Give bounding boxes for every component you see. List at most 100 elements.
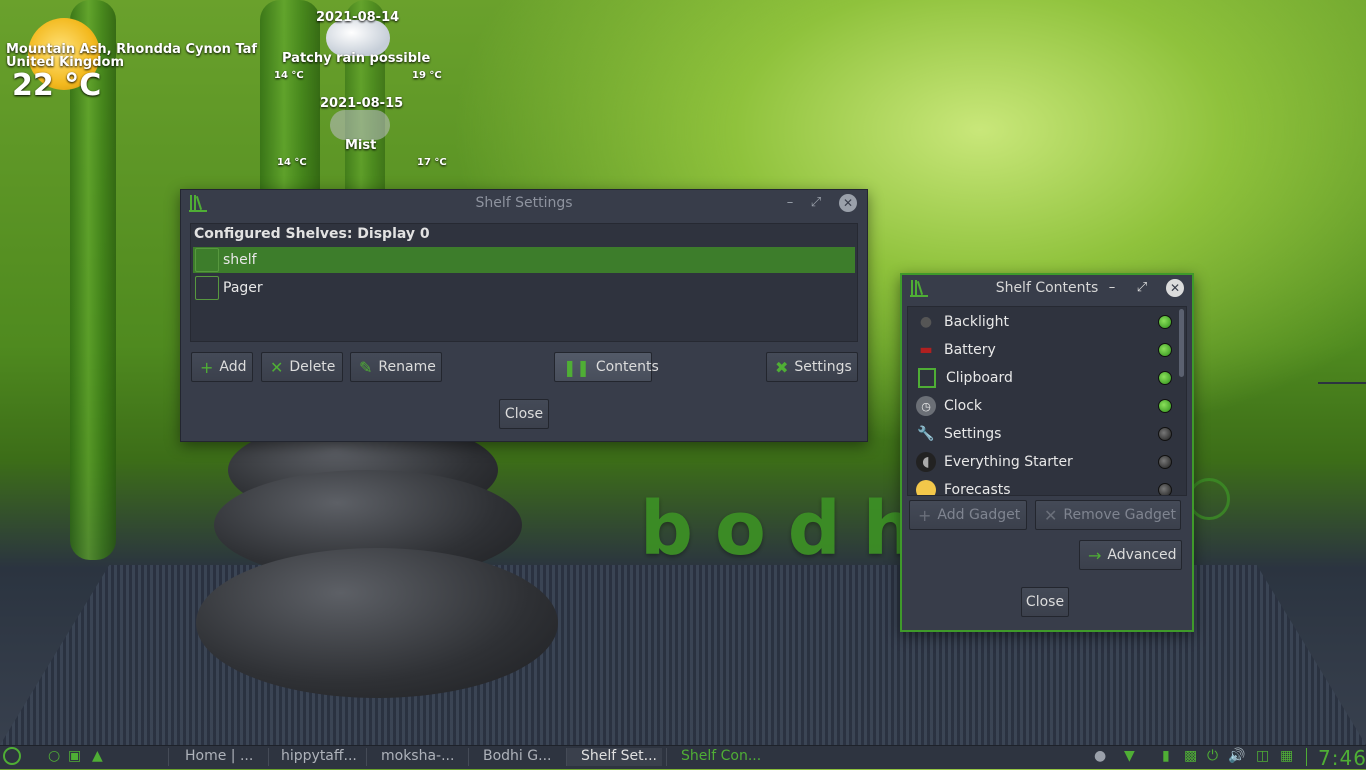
wifi-icon[interactable]: ▼ <box>1124 748 1135 764</box>
gadget-enabled-indicator[interactable] <box>1158 371 1172 385</box>
shelf-icon <box>195 248 219 272</box>
gadget-enabled-indicator[interactable] <box>1158 399 1172 413</box>
tools-icon: ✖ <box>775 357 789 377</box>
add-button[interactable]: + Add <box>191 352 253 382</box>
task-item-shelf-settings[interactable]: Shelf Set... <box>566 748 662 766</box>
gadgets-list[interactable]: ● Backlight ▬ Battery Clipboard ◷ Clock … <box>907 306 1187 496</box>
shelf-row-label: shelf <box>223 252 257 268</box>
delete-button[interactable]: ✕ Delete <box>261 352 343 382</box>
gadget-label: Forecasts <box>944 482 1011 496</box>
stone <box>196 548 558 698</box>
bodhi-leaf-icon <box>1188 478 1230 520</box>
shelf-row-shelf[interactable]: shelf <box>193 247 855 273</box>
task-item-home[interactable]: Home | ... <box>168 748 264 766</box>
power-icon[interactable]: ⏻ <box>1207 748 1218 764</box>
clipboard-icon <box>918 368 936 388</box>
shelf-settings-window[interactable]: Shelf Settings – ⤢ ✕ Configured Shelves:… <box>180 189 868 442</box>
taskbar-clock[interactable]: 7:46 <box>1318 746 1366 770</box>
gadget-enabled-indicator[interactable] <box>1158 427 1172 441</box>
task-item-hippytaff[interactable]: hippytaff... <box>268 748 362 766</box>
delete-label: Delete <box>289 359 336 375</box>
gadget-item-clock[interactable]: ◷ Clock <box>916 392 1178 420</box>
brush-icon[interactable]: ▲ <box>92 748 103 764</box>
weather-current-temp: 22 °C <box>12 68 102 103</box>
gadget-item-forecasts[interactable]: Forecasts <box>916 476 1178 496</box>
gadget-label: Backlight <box>944 314 1010 330</box>
calendar-icon[interactable]: ▦ <box>1280 748 1293 764</box>
rename-button[interactable]: ✎ Rename <box>350 352 442 382</box>
battery-icon[interactable]: ▮ <box>1162 748 1170 764</box>
gadget-item-backlight[interactable]: ● Backlight <box>916 308 1178 336</box>
task-label: hippytaff... <box>281 748 357 764</box>
gadget-enabled-indicator[interactable] <box>1158 483 1172 495</box>
advanced-button[interactable]: → Advanced <box>1079 540 1182 570</box>
forecast-day1-high: 19 °C <box>412 70 442 81</box>
advanced-label: Advanced <box>1107 547 1177 563</box>
mist-icon <box>330 110 390 140</box>
gadget-item-clipboard[interactable]: Clipboard <box>916 364 1178 392</box>
shelf-row-pager[interactable]: Pager <box>193 275 855 301</box>
contents-button[interactable]: ❚❚ Contents <box>554 352 659 382</box>
settings-button[interactable]: ✖ Settings <box>766 352 858 382</box>
add-gadget-label: Add Gadget <box>937 507 1021 523</box>
gadget-enabled-indicator[interactable] <box>1158 315 1172 329</box>
clock-icon: ◷ <box>916 396 936 416</box>
window-icon[interactable]: ▣ <box>68 748 81 764</box>
rename-label: Rename <box>378 359 436 375</box>
plus-icon: + <box>200 357 214 377</box>
shelf-contents-window[interactable]: Shelf Contents – ⤢ ✕ ● Backlight ▬ Batte… <box>900 273 1194 632</box>
gadgets-scrollbar[interactable] <box>1179 309 1184 377</box>
gadget-enabled-indicator[interactable] <box>1158 343 1172 357</box>
minimize-button[interactable]: – <box>1103 279 1121 297</box>
title-bar[interactable]: Shelf Settings – ⤢ ✕ <box>181 190 867 216</box>
forecast-day1-condition: Patchy rain possible <box>282 51 431 66</box>
close-window-button[interactable]: ✕ <box>1166 279 1184 297</box>
title-bar[interactable]: Shelf Contents – ⤢ ✕ <box>902 275 1192 301</box>
battery-icon: ▬ <box>919 342 933 358</box>
maximize-button[interactable]: ⤢ <box>1133 279 1151 297</box>
task-label: Shelf Con... <box>681 748 762 764</box>
minimize-button[interactable]: – <box>781 194 799 212</box>
desktop-line <box>1318 382 1366 384</box>
task-label: Home | ... <box>185 748 254 764</box>
tray-divider <box>1306 748 1307 766</box>
forecast-day2-low: 14 °C <box>277 157 307 168</box>
maximize-button[interactable]: ⤢ <box>807 194 825 212</box>
close-button[interactable]: Close <box>1021 587 1069 617</box>
gadget-label: Clipboard <box>946 370 1013 386</box>
task-item-shelf-contents[interactable]: Shelf Con... <box>666 748 766 766</box>
gadget-label: Clock <box>944 398 983 414</box>
plus-icon: + <box>918 505 932 525</box>
backlight-icon[interactable]: ● <box>1094 748 1106 764</box>
add-label: Add <box>219 359 247 375</box>
forecast-day2-high: 17 °C <box>417 157 447 168</box>
bulb-icon: ● <box>919 314 933 330</box>
shelves-list[interactable]: Configured Shelves: Display 0 shelf Page… <box>190 223 858 342</box>
shelves-list-heading: Configured Shelves: Display 0 <box>194 226 430 242</box>
add-gadget-button[interactable]: + Add Gadget <box>909 500 1027 530</box>
sun-icon <box>916 480 936 495</box>
forecast-day1-date: 2021-08-14 <box>316 10 400 25</box>
gadget-label: Everything Starter <box>944 454 1073 470</box>
remove-gadget-button[interactable]: ✕ Remove Gadget <box>1035 500 1181 530</box>
task-label: moksha-... <box>381 748 455 764</box>
pager-icon[interactable]: ○ <box>48 748 60 764</box>
gadget-item-settings[interactable]: 🔧 Settings <box>916 420 1178 448</box>
clipboard-icon[interactable]: ◫ <box>1256 748 1269 764</box>
volume-icon[interactable]: 🔊 <box>1228 748 1245 764</box>
forecast-day2-condition: Mist <box>345 138 377 153</box>
gadget-item-battery[interactable]: ▬ Battery <box>916 336 1178 364</box>
window-title: Shelf Settings <box>475 195 573 211</box>
close-button[interactable]: Close <box>499 399 549 429</box>
window-title: Shelf Contents <box>995 280 1099 296</box>
task-item-moksha[interactable]: moksha-... <box>366 748 464 766</box>
close-window-button[interactable]: ✕ <box>839 194 857 212</box>
start-menu-icon[interactable] <box>3 747 21 765</box>
shelf-icon <box>189 195 207 212</box>
gadget-item-everything-starter[interactable]: ◖ Everything Starter <box>916 448 1178 476</box>
task-item-bodhi[interactable]: Bodhi G... <box>468 748 562 766</box>
screen-icon[interactable]: ▩ <box>1184 748 1197 764</box>
gadget-enabled-indicator[interactable] <box>1158 455 1172 469</box>
everything-icon: ◖ <box>916 452 936 472</box>
settings-label: Settings <box>794 359 852 375</box>
